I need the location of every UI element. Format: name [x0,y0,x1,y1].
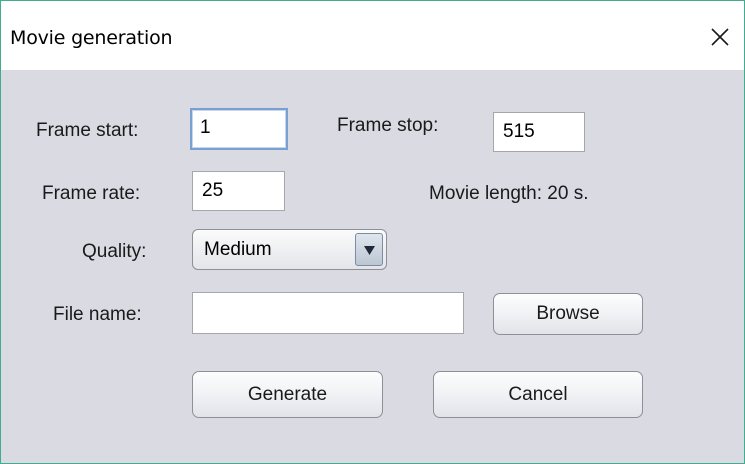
frame-stop-label: Frame stop: [337,115,439,136]
dialog-title: Movie generation [10,27,173,49]
frame-stop-field[interactable]: 515 [493,112,585,152]
generate-button[interactable]: Generate [192,371,383,418]
quality-selected-value: Medium [204,239,272,260]
browse-button[interactable]: Browse [493,293,643,335]
cancel-button[interactable]: Cancel [433,371,643,418]
file-name-label: File name: [53,304,142,325]
quality-select[interactable]: Medium [192,229,387,270]
quality-dropdown-button[interactable] [355,233,383,266]
close-button[interactable] [702,19,738,55]
movie-generation-dialog: Movie generation Frame start: 1 Frame st… [0,0,745,464]
file-name-field[interactable] [192,292,464,334]
triangle-down-icon [364,246,375,255]
frame-start-field[interactable]: 1 [190,108,288,150]
dialog-content: Frame start: 1 Frame stop: 515 Frame rat… [1,70,744,463]
quality-label: Quality: [82,241,147,262]
close-icon [711,28,729,46]
frame-rate-label: Frame rate: [42,183,141,204]
title-bar[interactable]: Movie generation [1,1,744,70]
frame-start-label: Frame start: [36,120,139,141]
frame-rate-field[interactable]: 25 [192,171,285,211]
movie-length-text: Movie length: 20 s. [429,183,589,204]
